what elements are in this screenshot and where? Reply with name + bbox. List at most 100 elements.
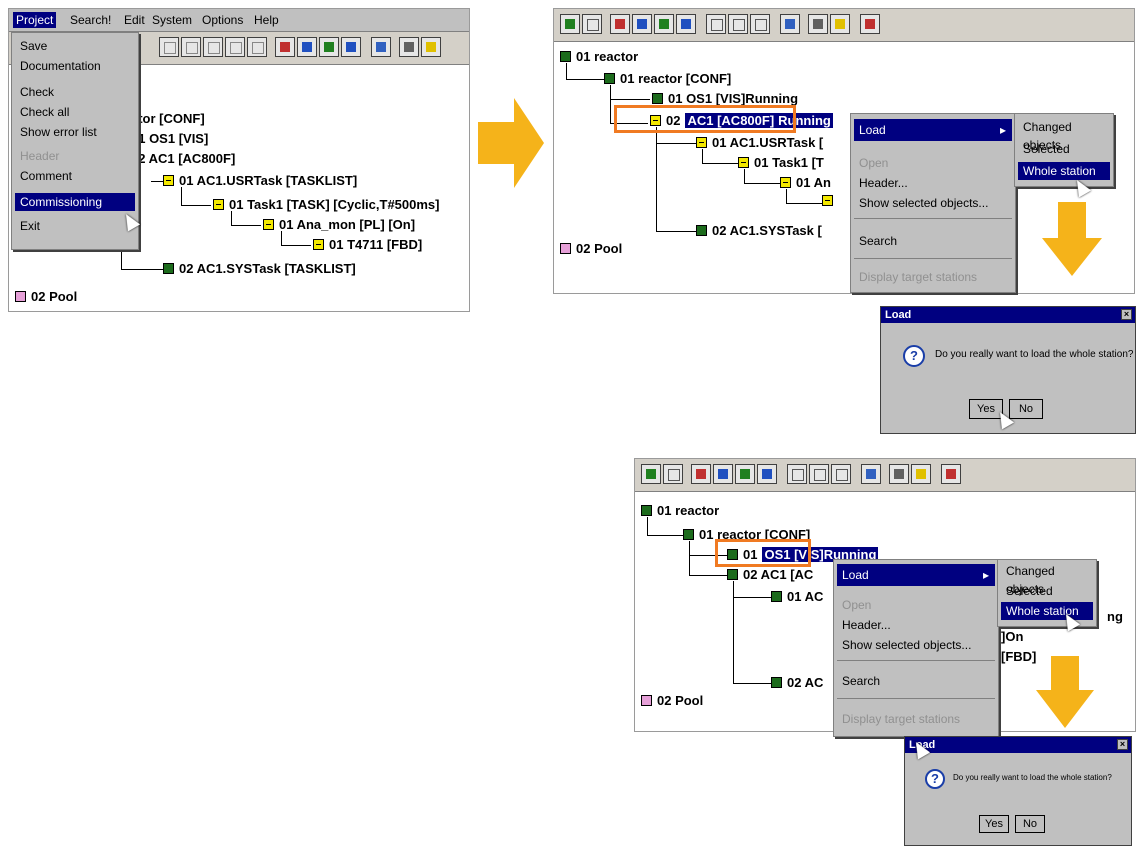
station-status-icon — [771, 591, 782, 602]
tree-line — [121, 269, 163, 270]
tree-line — [610, 99, 611, 123]
tree-node-task1[interactable]: 01 Task1 [T — [738, 155, 824, 170]
menu-item-display-target-stations: Display target stations — [859, 270, 978, 284]
menu-item-show-error-list[interactable]: Show error list — [15, 123, 135, 141]
submenu-item-whole-station[interactable]: Whole station — [1018, 162, 1110, 180]
tree-line — [702, 149, 703, 163]
tree-node-os1[interactable]: 01 OS1 [VIS]Running — [652, 91, 798, 106]
submenu-item-selected-objects[interactable]: Selected objects — [1001, 582, 1093, 616]
station-status-icon — [683, 529, 694, 540]
task-status-icon — [313, 239, 324, 250]
tree-node-reactor[interactable]: 01 reactor — [641, 503, 719, 518]
submenu-item-whole-station[interactable]: Whole station — [1001, 602, 1093, 620]
load-submenu: Changed objects Selected objects Whole s… — [1014, 113, 1114, 187]
context-menu: Load ▸ Open Header... Show selected objec… — [833, 559, 999, 737]
dialog-title: Load × — [881, 307, 1135, 323]
no-button[interactable]: No — [1009, 399, 1043, 419]
menu-item-exit[interactable]: Exit — [15, 217, 135, 235]
tree-line — [702, 163, 738, 164]
tree-line — [647, 517, 648, 535]
menu-separator — [837, 660, 995, 661]
tree-node-reactor[interactable]: 01 reactor — [560, 49, 638, 64]
question-icon: ? — [903, 345, 925, 367]
menu-item-load[interactable]: Load ▸ — [837, 564, 995, 586]
tree-node-usrtask[interactable]: 01 AC1.USRTask [ — [696, 135, 823, 150]
tree-node-systask[interactable]: 02 AC1.SYSTask [ — [696, 223, 822, 238]
tree-node-conf[interactable]: 01 reactor [CONF] — [604, 71, 731, 86]
tree-node-ac1[interactable]: 02 AC1 [AC800F] — [131, 151, 235, 166]
menu-item-documentation[interactable]: Documentation — [15, 57, 135, 75]
menu-item-header[interactable]: Header... — [837, 616, 995, 634]
submenu-item-changed-objects[interactable]: Changed objects — [1018, 118, 1110, 152]
menu-item-display-target-stations: Display target stations — [842, 712, 961, 726]
submenu-item-selected-objects[interactable]: Selected objects — [1018, 140, 1110, 174]
highlight-box — [715, 539, 811, 567]
close-icon[interactable]: × — [1121, 309, 1132, 320]
tree-node-systask[interactable]: 02 AC1.SYSTask [TASKLIST] — [163, 261, 356, 276]
tree-node-anamon[interactable]: 01 Ana_mon [PL] [On] — [263, 217, 415, 232]
menu-item-check-all[interactable]: Check all — [15, 103, 135, 121]
tree-line — [786, 203, 822, 204]
station-status-icon — [641, 505, 652, 516]
close-icon[interactable]: × — [1117, 739, 1128, 750]
tree-line — [733, 683, 771, 684]
menu-item-commissioning[interactable]: Commissioning — [15, 193, 135, 211]
tree-node-usrtask[interactable]: 01 AC1.USRTask [TASKLIST] — [163, 173, 357, 188]
tree-line — [566, 63, 567, 79]
yes-button[interactable]: Yes — [979, 815, 1009, 833]
task-status-icon — [696, 137, 707, 148]
task-status-icon — [213, 199, 224, 210]
no-button[interactable]: No — [1015, 815, 1045, 833]
menu-item-comment[interactable]: Comment — [15, 167, 135, 185]
tree-node-pool[interactable]: 02 Pool — [15, 289, 77, 304]
tree-line — [231, 211, 232, 225]
tree-node-pool[interactable]: 02 Pool — [560, 241, 622, 256]
station-status-icon — [560, 51, 571, 62]
submenu-item-changed-objects[interactable]: Changed objects — [1001, 562, 1093, 596]
down-arrow-icon — [1042, 202, 1102, 276]
menu-item-show-selected-objects[interactable]: Show selected objects... — [854, 194, 1012, 212]
task-status-icon — [738, 157, 749, 168]
menu-item-header: Header — [20, 149, 60, 163]
menu-item-load[interactable]: Load ▸ — [854, 119, 1012, 141]
task-status-icon — [822, 195, 833, 206]
station-status-icon — [652, 93, 663, 104]
tree-node-systask[interactable]: 02 AC — [771, 675, 823, 690]
down-arrow-icon — [1036, 656, 1094, 728]
load-confirm-dialog: Load × ? Do you really want to load the w… — [904, 736, 1132, 846]
tree-node-anamon[interactable]: 01 An — [780, 175, 831, 190]
menu-separator — [854, 218, 1012, 219]
menu-item-header[interactable]: Header... — [854, 174, 1012, 192]
tree-node-t4711[interactable]: 01 T4711 [FBD] — [313, 237, 422, 252]
tree-node-t4711[interactable] — [822, 195, 833, 206]
tree-line — [689, 575, 727, 576]
menu-item-search[interactable]: Search — [854, 232, 1012, 250]
tree-line — [281, 231, 282, 245]
tree-line — [689, 541, 690, 575]
tree-partial-text-fbd: [FBD] — [1001, 649, 1037, 664]
task-status-icon — [163, 175, 174, 186]
tree-line — [733, 597, 771, 598]
pool-icon — [15, 291, 26, 302]
tree-line — [744, 183, 780, 184]
tree-node-conf[interactable]: ctor [CONF] — [131, 111, 205, 126]
tree-node-os1[interactable]: 01 OS1 [VIS] — [131, 131, 208, 146]
highlight-box — [614, 105, 796, 133]
tree-line — [231, 225, 261, 226]
menu-item-search[interactable]: Search — [837, 672, 995, 690]
tree-node-usrtask[interactable]: 01 AC — [771, 589, 823, 604]
tree-partial-text-on: ]On — [1001, 629, 1024, 644]
tree-line — [181, 205, 211, 206]
tree-node-task1[interactable]: 01 Task1 [TASK] [Cyclic,T#500ms] — [213, 197, 440, 212]
dialog-title: Load × — [905, 737, 1131, 753]
station-status-icon — [163, 263, 174, 274]
tree-node-pool[interactable]: 02 Pool — [641, 693, 703, 708]
menu-item-save[interactable]: Save — [15, 37, 135, 55]
tree-line — [610, 99, 650, 100]
menu-item-check[interactable]: Check — [15, 83, 135, 101]
menu-item-show-selected-objects[interactable]: Show selected objects... — [837, 636, 995, 654]
tree-line — [786, 189, 787, 203]
dialog-message: Do you really want to load the whole sta… — [953, 773, 1112, 782]
tree-partial-text-ng: ng — [1107, 609, 1123, 624]
tree-node-ac1[interactable]: 02 AC1 [AC — [727, 567, 813, 582]
